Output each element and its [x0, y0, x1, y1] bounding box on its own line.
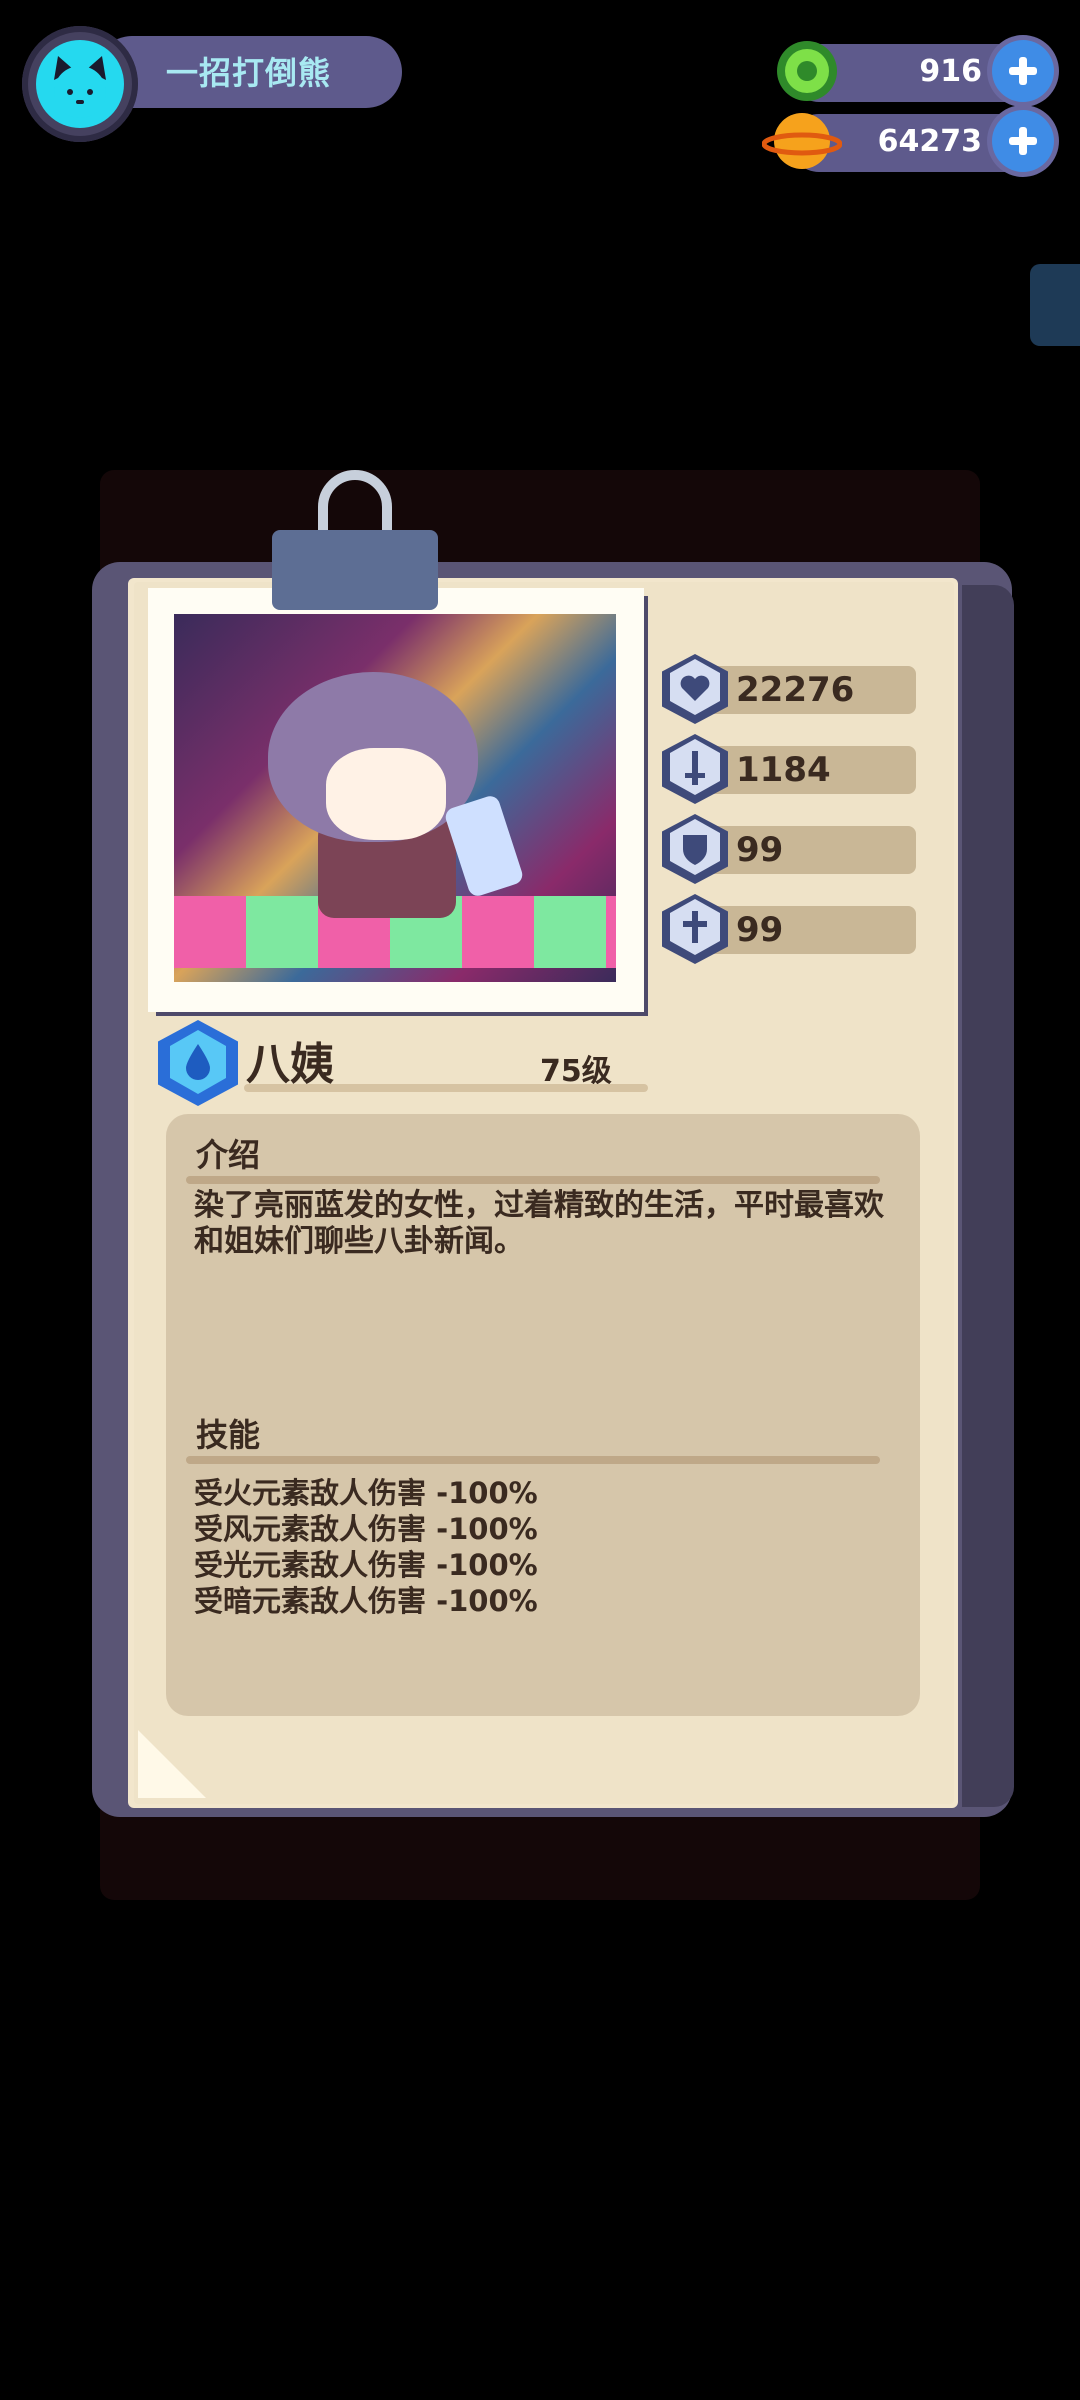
skills-heading: 技能	[196, 1416, 261, 1454]
intro-underline	[186, 1176, 880, 1184]
avatar[interactable]	[36, 40, 124, 128]
green-gem-coin-icon	[777, 41, 837, 101]
binder-clip-icon	[272, 530, 438, 610]
stat-value: 99	[736, 910, 784, 950]
stat-hp: 22276	[662, 654, 918, 724]
skills-underline	[186, 1456, 880, 1464]
stat-value: 1184	[736, 750, 831, 790]
stat-value: 22276	[736, 670, 855, 710]
skill-item: 受暗元素敌人伤害 -100%	[194, 1584, 538, 1618]
paper-corner-fold	[138, 1730, 206, 1798]
stat-attack: 1184	[662, 734, 918, 804]
currency-value: 64273	[877, 124, 982, 159]
player-profile[interactable]: 一招打倒熊	[16, 22, 402, 148]
orange-planet-coin-icon	[762, 113, 842, 169]
intro-text: 染了亮丽蓝发的女性，过着精致的生活，平时最喜欢和姐妹们聊些八卦新闻。	[194, 1188, 884, 1259]
side-menu-tab[interactable]	[1030, 264, 1080, 346]
stat-bar	[698, 906, 916, 954]
stat-value: 99	[736, 830, 784, 870]
stat-defense: 99	[662, 814, 918, 884]
board-edge	[962, 585, 1014, 1807]
currency-coins: 64273	[762, 110, 1054, 172]
player-name: 一招打倒熊	[166, 54, 332, 92]
hero-name: 八姨	[246, 1039, 334, 1090]
currency-value: 916	[919, 54, 982, 89]
name-underline	[244, 1084, 648, 1092]
add-coins-button[interactable]	[992, 110, 1054, 172]
add-gems-button[interactable]	[992, 40, 1054, 102]
hero-sprite-face	[326, 748, 446, 840]
intro-heading: 介绍	[196, 1136, 261, 1174]
stat-resistance: 99	[662, 894, 918, 964]
currency-gems: 916	[777, 40, 1054, 102]
cat-face-icon	[54, 56, 106, 118]
stat-bar	[698, 826, 916, 874]
